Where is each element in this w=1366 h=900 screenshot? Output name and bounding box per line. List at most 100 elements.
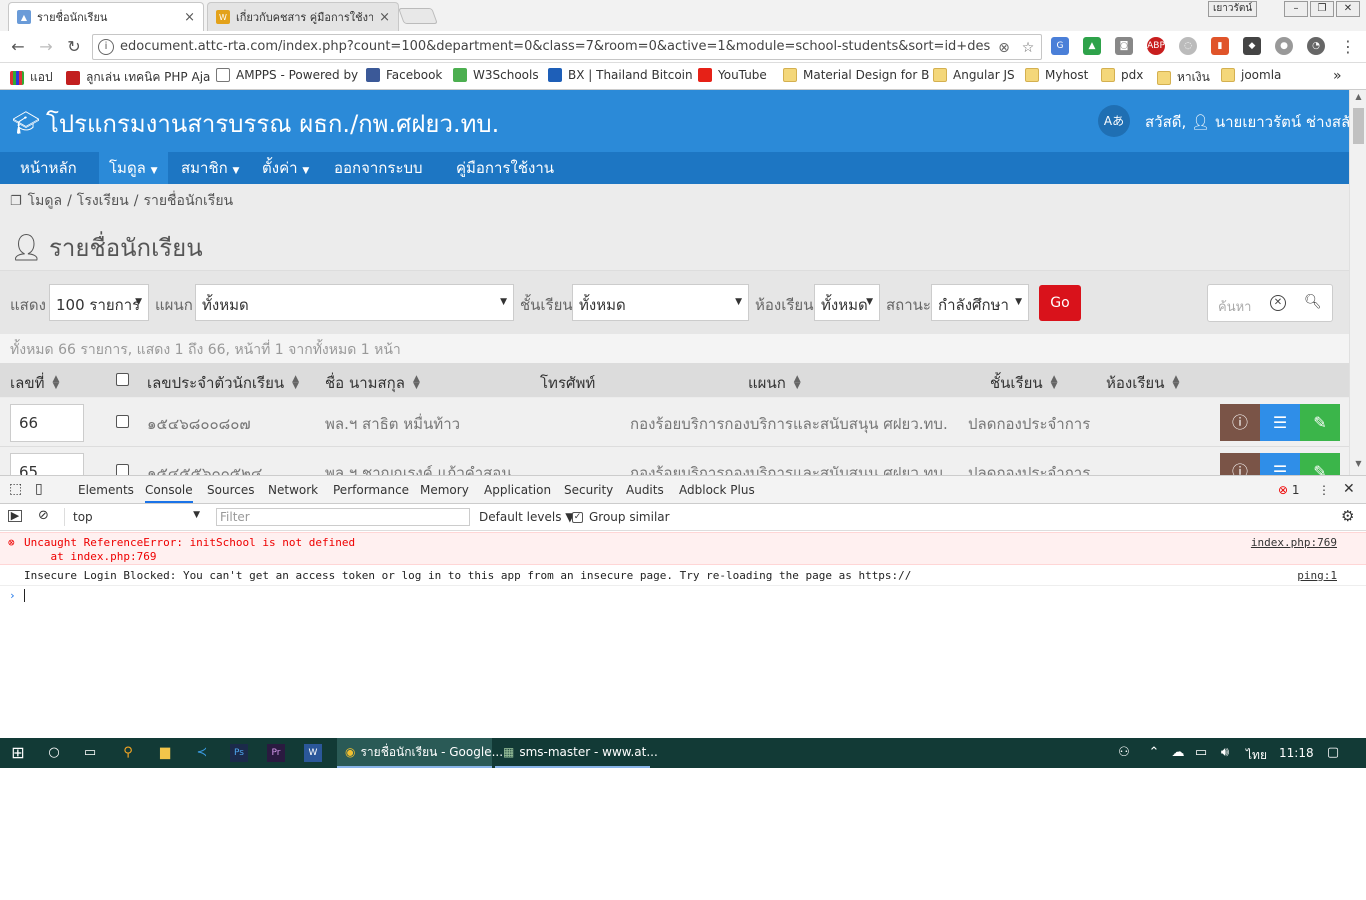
info-button[interactable]: ⓘ	[1220, 453, 1260, 475]
bookmark-apps[interactable]: แอป	[10, 68, 53, 87]
more-bookmarks-button[interactable]: »	[1333, 68, 1342, 84]
context-select[interactable]: top ▼	[64, 508, 204, 526]
volume-icon[interactable]: 🔊︎	[1216, 744, 1234, 762]
clear-search-icon[interactable]: ✕	[1270, 295, 1286, 311]
forward-arrow-icon[interactable]: →	[36, 37, 56, 57]
gear-icon[interactable]: ⚙	[1341, 507, 1354, 525]
search-app-icon[interactable]: ⚲	[119, 744, 137, 762]
error-source-link[interactable]: index.php:769	[1251, 536, 1337, 549]
error-count-badge[interactable]: ⊗ 1	[1278, 483, 1300, 497]
restore-button[interactable]: ❐	[1310, 1, 1334, 17]
tab-sources[interactable]: Sources	[207, 483, 254, 497]
bookmark-w3schools[interactable]: W3Schools	[453, 68, 539, 82]
search-icon[interactable]: 🔍︎	[1304, 294, 1322, 310]
onedrive-cloud-icon[interactable]: ☁	[1169, 744, 1187, 762]
header-no[interactable]: เลขที่ ▲ ▼	[10, 371, 59, 395]
group-similar-toggle[interactable]: ✓ Group similar	[572, 510, 670, 524]
header-room[interactable]: ห้องเรียน ▲ ▼	[1106, 371, 1179, 395]
devtools-menu-icon[interactable]: ⋮	[1318, 483, 1330, 497]
detail-button[interactable]: ☰	[1260, 404, 1300, 441]
tab-security[interactable]: Security	[564, 483, 613, 497]
console-filter-input[interactable]: Filter	[216, 508, 470, 526]
tab-performance[interactable]: Performance	[333, 483, 409, 497]
row-checkbox[interactable]	[116, 464, 129, 475]
lightbulb-extension-icon[interactable]: ◆	[1243, 37, 1261, 55]
show-count-select[interactable]: 100 รายการ ▼	[49, 284, 149, 321]
tab-memory[interactable]: Memory	[420, 483, 469, 497]
back-arrow-icon[interactable]: ←	[8, 37, 28, 57]
cloud-extension-icon[interactable]: ●	[1275, 37, 1293, 55]
premiere-icon[interactable]: Pr	[267, 744, 285, 762]
breadcrumb-module[interactable]: โมดูล	[28, 190, 62, 212]
bookmark-angular[interactable]: Angular JS	[933, 68, 1015, 82]
tab-adblock-plus[interactable]: Adblock Plus	[679, 483, 755, 497]
tab-close-icon[interactable]: ×	[184, 10, 195, 25]
clear-console-icon[interactable]: ⊘	[38, 508, 49, 523]
word-icon[interactable]: W	[304, 744, 322, 762]
header-name[interactable]: ชื่อ นามสกุล ▲ ▼	[325, 371, 420, 395]
status-select[interactable]: กำลังศึกษา ▼	[931, 284, 1029, 321]
console-prompt[interactable]: ›	[0, 588, 1366, 606]
search-input[interactable]: ค้นหา ✕ 🔍︎	[1207, 284, 1333, 322]
reload-icon[interactable]: ↻	[64, 37, 84, 57]
extension-circle-icon[interactable]: ◌	[1179, 37, 1197, 55]
action-center-icon[interactable]: ▢	[1324, 744, 1342, 762]
bookmark-facebook[interactable]: Facebook	[366, 68, 442, 82]
bookmark-ampps[interactable]: AMPPS - Powered by	[216, 68, 358, 82]
bookmark-material-design[interactable]: Material Design for B	[783, 68, 929, 82]
url-text[interactable]: edocument.attc-rta.com/index.php?count=1…	[120, 39, 990, 54]
file-explorer-icon[interactable]: ▆	[156, 744, 174, 762]
menu-logout[interactable]: ออกจากระบบ	[324, 152, 433, 184]
show-hidden-icons[interactable]: ⌃	[1145, 744, 1163, 762]
header-department[interactable]: แผนก ▲ ▼	[748, 371, 801, 395]
bookmark-star-icon[interactable]: ☆	[1019, 39, 1037, 57]
input-language-indicator[interactable]: ไทย	[1246, 746, 1267, 765]
row-number-input[interactable]: 66	[10, 404, 84, 442]
tab-network[interactable]: Network	[268, 483, 318, 497]
log-source-link[interactable]: ping:1	[1297, 569, 1337, 582]
tab-elements[interactable]: Elements	[78, 483, 134, 497]
photoshop-icon[interactable]: Ps	[230, 744, 248, 762]
scroll-thumb[interactable]	[1353, 108, 1364, 144]
windows-start-icon[interactable]: ⊞	[9, 744, 27, 762]
search-icon[interactable]: ○	[45, 744, 63, 762]
class-select[interactable]: ทั้งหมด ▼	[572, 284, 749, 321]
edit-button[interactable]: ✎	[1300, 453, 1340, 475]
edit-button[interactable]: ✎	[1300, 404, 1340, 441]
menu-settings[interactable]: ตั้งค่า ▼	[252, 152, 319, 184]
menu-manual[interactable]: คู่มือการใช้งาน	[446, 152, 564, 184]
tab-close-icon[interactable]: ×	[379, 10, 390, 25]
translate-extension-icon[interactable]: G	[1051, 37, 1069, 55]
device-toolbar-icon[interactable]: ▯	[35, 481, 43, 497]
select-all-checkbox[interactable]	[116, 373, 129, 386]
bookmark-money[interactable]: หาเงิน	[1157, 68, 1210, 87]
menu-module[interactable]: โมดูล ▼	[99, 152, 168, 184]
task-view-icon[interactable]: ▭	[81, 744, 99, 762]
tab-audits[interactable]: Audits	[626, 483, 664, 497]
network-icon[interactable]: ▭	[1192, 744, 1210, 762]
page-scrollbar[interactable]: ▲ ▼	[1349, 90, 1366, 475]
header-class[interactable]: ชั้นเรียน ▲ ▼	[990, 371, 1058, 395]
menu-home[interactable]: หน้าหลัก	[10, 152, 87, 184]
header-student-id[interactable]: เลขประจำตัวนักเรียน ▲ ▼	[147, 371, 299, 395]
minimize-button[interactable]: –	[1284, 1, 1308, 17]
close-window-button[interactable]: ✕	[1336, 1, 1360, 17]
bookmark-php-ajax[interactable]: ลูกเล่น เทคนิค PHP Aja	[66, 68, 210, 87]
people-icon[interactable]: ⚇	[1115, 744, 1133, 762]
bookmark-myhost[interactable]: Myhost	[1025, 68, 1088, 82]
language-button[interactable]: Aあ	[1098, 105, 1130, 137]
address-bar[interactable]: i edocument.attc-rta.com/index.php?count…	[92, 34, 1042, 60]
inspect-element-icon[interactable]: ⬚	[9, 481, 22, 497]
bookmark-bx[interactable]: BX | Thailand Bitcoin	[548, 68, 693, 82]
tab-console[interactable]: Console	[145, 483, 193, 503]
row-checkbox[interactable]	[116, 415, 129, 428]
sidebar-toggle-icon[interactable]: ▶	[8, 510, 22, 522]
room-select[interactable]: ทั้งหมด ▼	[814, 284, 880, 321]
detail-button[interactable]: ☰	[1260, 453, 1300, 475]
taskbar-chrome-app[interactable]: ◉ รายชื่อนักเรียน - Google...	[337, 738, 503, 768]
speed-extension-icon[interactable]: ◔	[1307, 37, 1325, 55]
scroll-up-icon[interactable]: ▲	[1350, 92, 1366, 106]
browser-menu-icon[interactable]: ⋮	[1338, 37, 1358, 57]
breadcrumb-school[interactable]: โรงเรียน	[77, 190, 129, 212]
close-devtools-icon[interactable]: ✕	[1343, 481, 1355, 497]
